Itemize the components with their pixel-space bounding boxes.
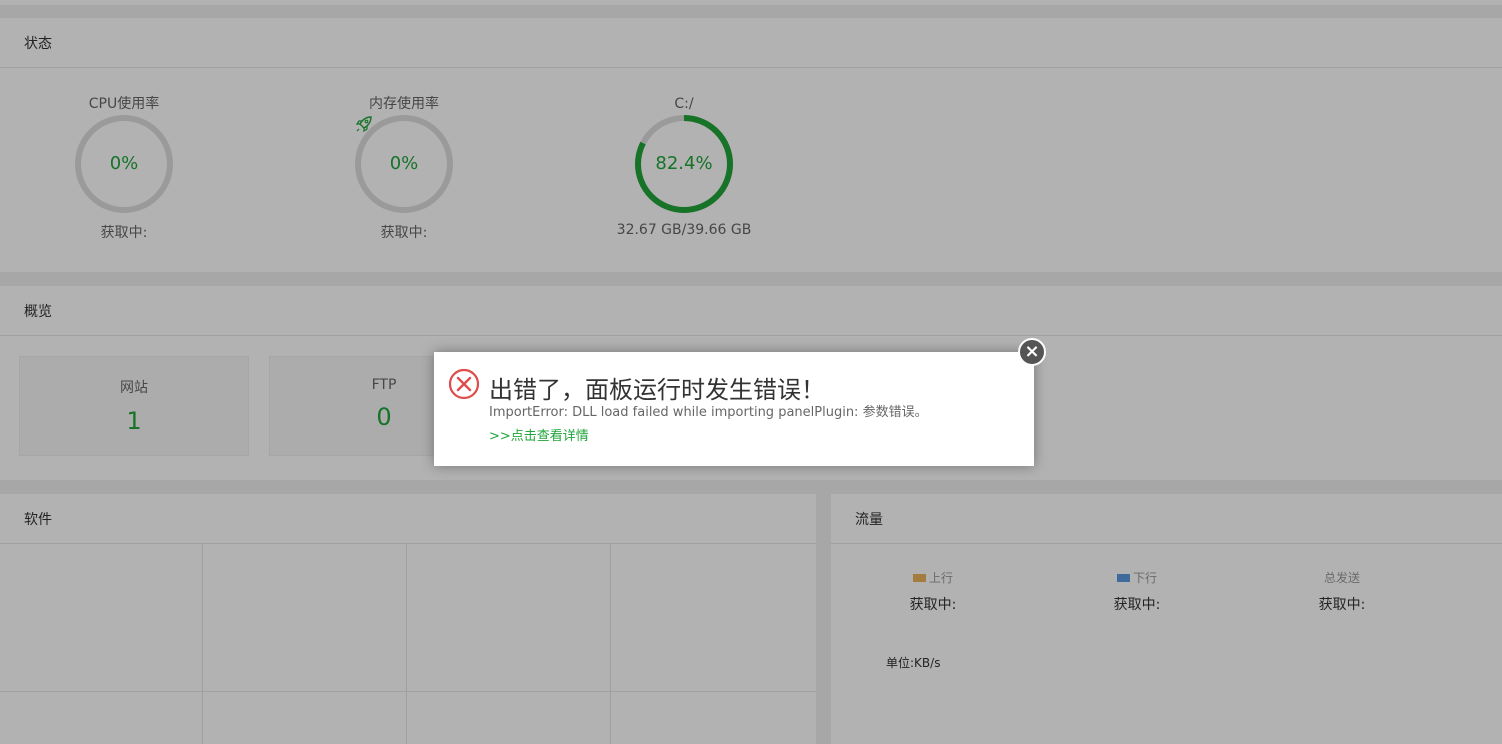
dialog-title: 出错了，面板运行时发生错误！ [489,376,825,404]
error-circle-icon [448,368,480,400]
view-details-link[interactable]: >>点击查看详情 [489,425,589,444]
dialog-message: ImportError: DLL load failed while impor… [489,405,928,420]
error-dialog: 出错了，面板运行时发生错误！ ImportError: DLL load fai… [434,338,1046,466]
close-icon[interactable]: × [1018,338,1046,366]
